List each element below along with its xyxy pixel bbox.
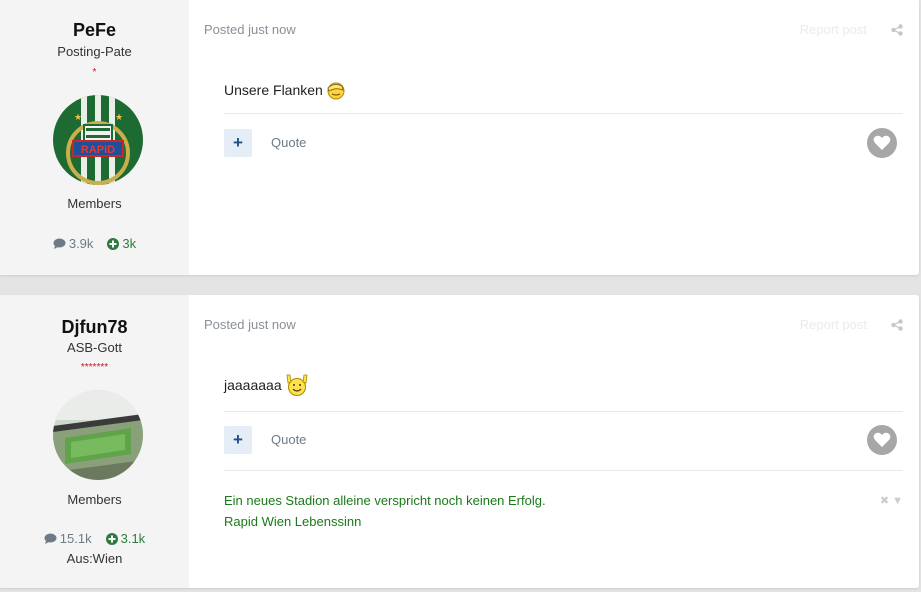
chevron-down-icon[interactable]: ▼ bbox=[892, 495, 903, 507]
post-text: Unsere Flanken bbox=[224, 82, 323, 98]
share-icon[interactable] bbox=[891, 319, 903, 331]
like-button[interactable] bbox=[867, 425, 897, 455]
signature-options[interactable]: ✖ ▼ bbox=[880, 494, 903, 507]
divider bbox=[224, 470, 903, 471]
svg-text:★: ★ bbox=[115, 112, 123, 122]
multiquote-button[interactable]: + bbox=[224, 129, 252, 157]
quote-button[interactable]: Quote bbox=[271, 432, 306, 447]
post-body: Unsere Flanken bbox=[224, 80, 346, 100]
reputation-value: 3.1k bbox=[120, 531, 146, 546]
author-title: ASB-Gott bbox=[67, 340, 122, 355]
reputation: 3k bbox=[107, 236, 136, 251]
reputation: 3.1k bbox=[105, 531, 146, 546]
posted-time[interactable]: Posted just now bbox=[204, 22, 296, 37]
multiquote-button[interactable]: + bbox=[224, 426, 252, 454]
author-location: Aus:Wien bbox=[66, 551, 123, 566]
signature-line: Rapid Wien Lebenssinn bbox=[224, 514, 362, 529]
author-name[interactable]: PeFe bbox=[0, 20, 189, 41]
author-stats: 3.9k 3k bbox=[0, 236, 189, 251]
close-icon[interactable]: ✖ bbox=[880, 495, 889, 507]
posted-time[interactable]: Posted just now bbox=[204, 317, 296, 332]
author-stats: 15.1k 3.1k bbox=[0, 531, 189, 546]
heart-icon bbox=[873, 432, 891, 447]
plus-circle-icon bbox=[107, 237, 120, 250]
rock-on-emoji-icon bbox=[286, 374, 308, 396]
post-content: Posted just now Report post jaaaaaaa + Q… bbox=[189, 295, 919, 588]
post: PeFe Posting-Pate * RAPID ★ ★ Members 3.… bbox=[0, 0, 919, 275]
report-post-link[interactable]: Report post bbox=[800, 22, 867, 37]
rank-stars: ******* bbox=[80, 362, 109, 373]
heart-icon bbox=[873, 135, 891, 150]
divider bbox=[224, 411, 903, 412]
plus-circle-icon bbox=[105, 532, 118, 545]
post-text: jaaaaaaa bbox=[224, 377, 282, 393]
rapid-crest-avatar: RAPID ★ ★ bbox=[53, 95, 143, 185]
post-count: 15.1k bbox=[44, 531, 92, 546]
author-name[interactable]: Djfun78 bbox=[0, 317, 189, 338]
author-panel: Djfun78 ASB-Gott ******* Members 15.1k 3… bbox=[0, 295, 189, 588]
rank-stars: * bbox=[92, 67, 97, 78]
post-count-value: 15.1k bbox=[59, 531, 92, 546]
member-group: Members bbox=[67, 196, 122, 211]
facepalm-emoji-icon bbox=[327, 82, 345, 100]
comment-icon bbox=[44, 533, 57, 544]
svg-text:RAPID: RAPID bbox=[81, 144, 115, 156]
post-content: Posted just now Report post Unsere Flank… bbox=[189, 0, 919, 275]
avatar[interactable]: RAPID ★ ★ bbox=[53, 95, 143, 185]
post-count: 3.9k bbox=[53, 236, 94, 251]
avatar[interactable] bbox=[53, 390, 143, 480]
post: Djfun78 ASB-Gott ******* Members 15.1k 3… bbox=[0, 295, 919, 588]
member-group: Members bbox=[67, 492, 122, 507]
reputation-value: 3k bbox=[122, 236, 137, 251]
like-button[interactable] bbox=[867, 128, 897, 158]
svg-text:★: ★ bbox=[74, 112, 82, 122]
author-panel: PeFe Posting-Pate * RAPID ★ ★ Members 3.… bbox=[0, 0, 189, 275]
signature: Ein neues Stadion alleine verspricht noc… bbox=[224, 490, 546, 532]
comment-icon bbox=[53, 238, 66, 249]
stadium-avatar bbox=[53, 390, 143, 480]
post-count-value: 3.9k bbox=[68, 236, 94, 251]
signature-line: Ein neues Stadion alleine verspricht noc… bbox=[224, 493, 546, 508]
quote-button[interactable]: Quote bbox=[271, 135, 306, 150]
divider bbox=[224, 113, 903, 114]
report-post-link[interactable]: Report post bbox=[800, 317, 867, 332]
author-title: Posting-Pate bbox=[57, 44, 132, 59]
post-body: jaaaaaaa bbox=[224, 373, 309, 397]
share-icon[interactable] bbox=[891, 24, 903, 36]
